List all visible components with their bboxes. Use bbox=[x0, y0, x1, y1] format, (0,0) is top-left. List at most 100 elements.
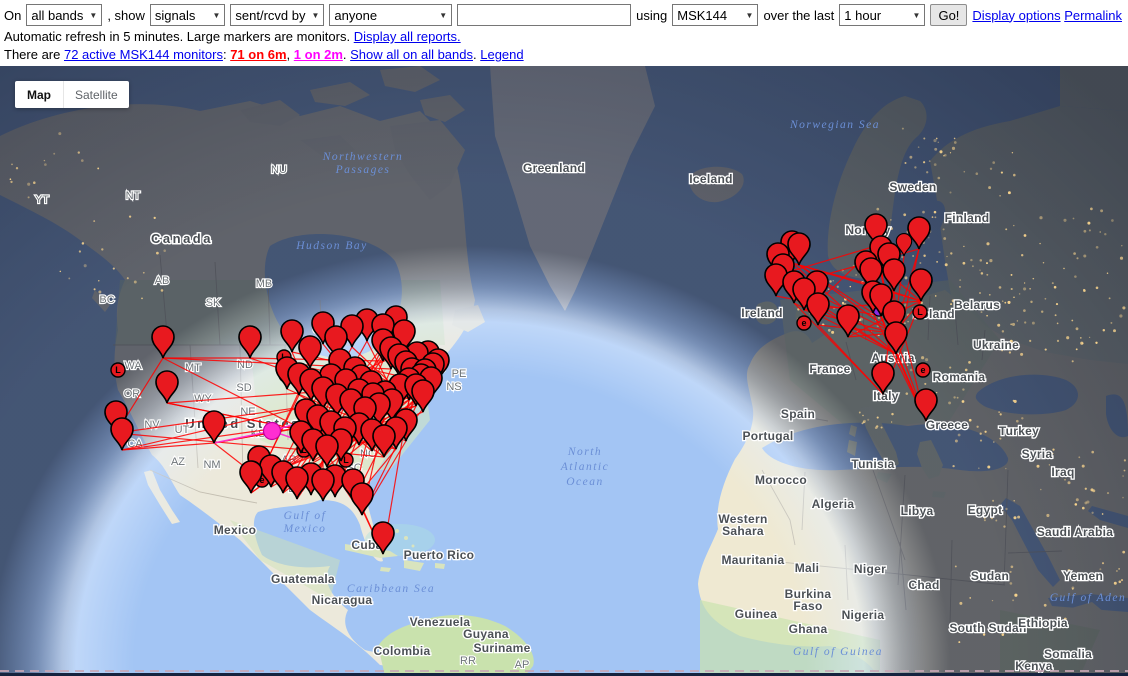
map-label: Puerto Rico bbox=[404, 548, 475, 562]
map-label: Algeria bbox=[812, 497, 855, 511]
map-label: Turkey bbox=[999, 424, 1039, 438]
mode-select[interactable]: MSK144▼ bbox=[672, 4, 758, 26]
pskreporter-page: On all bands▼ , show signals▼ sent/rcvd … bbox=[0, 0, 1128, 676]
map-label: Northwestern bbox=[322, 151, 404, 163]
chevron-down-icon: ▼ bbox=[212, 11, 220, 20]
time-select[interactable]: 1 hour▼ bbox=[839, 4, 925, 26]
map-label: BC bbox=[99, 294, 114, 306]
monitor-marker[interactable] bbox=[239, 326, 261, 358]
permalink-link[interactable]: Permalink bbox=[1064, 8, 1122, 23]
map-label: NS bbox=[446, 381, 461, 393]
monitor-marker[interactable] bbox=[156, 371, 178, 403]
monitor-marker[interactable] bbox=[837, 305, 859, 337]
go-button[interactable]: Go! bbox=[930, 4, 967, 26]
map-label: Nicaragua bbox=[312, 593, 373, 607]
display-all-reports-link[interactable]: Display all reports. bbox=[354, 29, 461, 44]
monitor-marker[interactable]: e bbox=[916, 363, 930, 377]
header-links: Display options Permalink bbox=[972, 8, 1124, 23]
monitors-2m-link[interactable]: 1 on 2m bbox=[294, 47, 343, 62]
query-controls-row: On all bands▼ , show signals▼ sent/rcvd … bbox=[0, 0, 1128, 28]
map-label: Atlantic bbox=[560, 461, 609, 473]
map-label: Ghana bbox=[789, 622, 828, 636]
map-label: Guatemala bbox=[271, 572, 335, 586]
map-label: PE bbox=[452, 368, 467, 380]
map-label: Mexico bbox=[214, 523, 256, 537]
chevron-down-icon: ▼ bbox=[439, 11, 447, 20]
map-label: Greenland bbox=[523, 161, 585, 175]
map-canvas[interactable]: CanadaUnited StatesMexicoGreenlandIcelan… bbox=[0, 66, 1128, 676]
map-label: Spain bbox=[781, 407, 815, 421]
map-label: Mali bbox=[795, 561, 820, 575]
using-label: using bbox=[636, 8, 667, 23]
map-label: YT bbox=[35, 194, 49, 206]
monitor-marker[interactable] bbox=[312, 469, 334, 501]
signals-select[interactable]: signals▼ bbox=[150, 4, 226, 26]
monitors-6m-link[interactable]: 71 on 6m bbox=[230, 47, 286, 62]
map-label: RR bbox=[460, 655, 476, 667]
callsign-input[interactable] bbox=[457, 4, 631, 26]
monitors-summary-row: There are 72 active MSK144 monitors: 71 … bbox=[0, 45, 1128, 64]
map-type-map-button[interactable]: Map bbox=[15, 88, 63, 102]
map-label: Guinea bbox=[735, 607, 778, 621]
map-label: NE bbox=[240, 406, 255, 418]
map-label: Sudan bbox=[971, 569, 1009, 583]
map-label: Niger bbox=[854, 562, 886, 576]
map-label: NU bbox=[271, 164, 287, 176]
map-label: Sweden bbox=[889, 180, 936, 194]
monitor-marker[interactable] bbox=[910, 269, 932, 301]
map-label: Finland bbox=[945, 211, 990, 225]
map-label: Faso bbox=[793, 599, 822, 613]
anyone-select[interactable]: anyone▼ bbox=[329, 4, 452, 26]
balloon-marker-icon bbox=[239, 326, 261, 358]
map-label: WA bbox=[124, 360, 142, 372]
balloon-marker-icon bbox=[910, 269, 932, 301]
map-label: Guyana bbox=[463, 627, 509, 641]
map-label: Mexico bbox=[283, 523, 327, 535]
chevron-down-icon: ▼ bbox=[312, 11, 320, 20]
map-type-satellite-button[interactable]: Satellite bbox=[64, 88, 129, 102]
active-monitors-link[interactable]: 72 active MSK144 monitors bbox=[64, 47, 223, 62]
map-label: North bbox=[567, 446, 602, 458]
display-options-link[interactable]: Display options bbox=[972, 8, 1060, 23]
map-label: Gulf of Guinea bbox=[793, 646, 883, 658]
map-label: Hudson Bay bbox=[295, 240, 368, 252]
sent-rcvd-select[interactable]: sent/rcvd by▼ bbox=[230, 4, 324, 26]
show-all-bands-link[interactable]: Show all on all bands bbox=[350, 47, 473, 62]
monitor-marker[interactable] bbox=[915, 389, 937, 421]
monitor-marker[interactable] bbox=[152, 326, 174, 358]
balloon-marker-icon bbox=[152, 326, 174, 358]
balloon-marker-icon bbox=[915, 389, 937, 421]
map-label: Romania bbox=[933, 370, 986, 384]
refresh-status-row: Automatic refresh in 5 minutes. Large ma… bbox=[0, 28, 1128, 45]
map-label: Syria bbox=[1022, 447, 1053, 461]
marker-letter: e bbox=[801, 318, 806, 328]
on-label: On bbox=[4, 8, 21, 23]
chevron-down-icon: ▼ bbox=[913, 11, 921, 20]
monitor-marker[interactable] bbox=[264, 423, 281, 440]
map-label: Morocco bbox=[755, 473, 807, 487]
band-select[interactable]: all bands▼ bbox=[26, 4, 102, 26]
map-label: Gulf of Aden bbox=[1050, 592, 1127, 604]
balloon-marker-icon bbox=[316, 435, 338, 467]
legend-link[interactable]: Legend bbox=[480, 47, 523, 62]
monitor-marker[interactable]: e bbox=[797, 316, 811, 330]
map-label: Passages bbox=[335, 164, 391, 176]
map-type-control: Map Satellite bbox=[15, 81, 129, 108]
map-label: Suriname bbox=[473, 641, 530, 655]
monitor-marker[interactable]: L bbox=[111, 363, 125, 377]
chevron-down-icon: ▼ bbox=[89, 11, 97, 20]
map-label: France bbox=[809, 362, 850, 376]
map-label: Libya bbox=[901, 504, 934, 518]
over-last-label: over the last bbox=[763, 8, 834, 23]
show-label: , show bbox=[107, 8, 145, 23]
map-label: Portugal bbox=[742, 429, 793, 443]
map-label: Yemen bbox=[1063, 569, 1103, 583]
map-label: Tunisia bbox=[851, 457, 894, 471]
map-label: Nigeria bbox=[842, 608, 885, 622]
map-label: Venezuela bbox=[410, 615, 471, 629]
monitor-marker[interactable] bbox=[351, 483, 373, 515]
marker-letter: L bbox=[343, 455, 349, 465]
monitor-marker[interactable] bbox=[316, 435, 338, 467]
monitor-marker[interactable]: L bbox=[913, 305, 927, 319]
map-label: Caribbean Sea bbox=[347, 583, 435, 595]
